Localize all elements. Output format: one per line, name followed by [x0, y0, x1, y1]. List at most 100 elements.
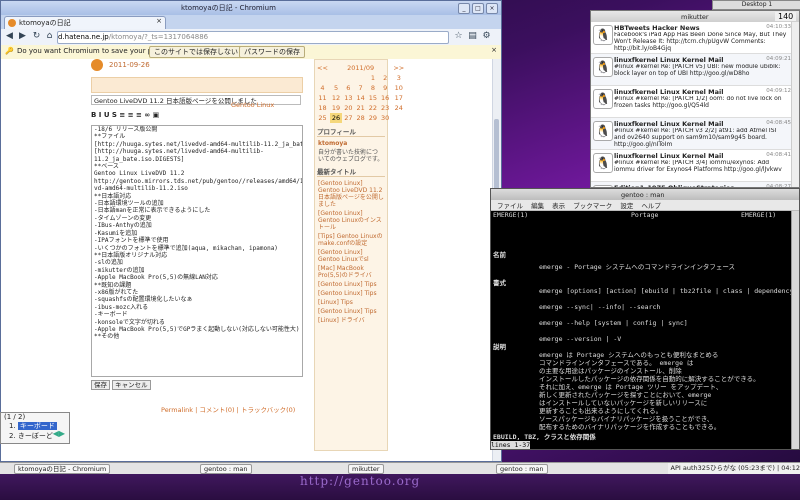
- calendar-day[interactable]: 7: [354, 83, 366, 93]
- task-terminal[interactable]: gentoo : man: [200, 464, 252, 474]
- tab-blog[interactable]: ktomoyaの日記 ×: [4, 16, 166, 29]
- save-password-button[interactable]: パスワードの保存: [239, 46, 305, 58]
- calendar-day[interactable]: 20: [342, 103, 354, 113]
- calendar-day[interactable]: 17: [391, 93, 406, 103]
- calendar-day[interactable]: 5: [330, 83, 342, 93]
- terminal-titlebar[interactable]: gentoo : man: [491, 189, 799, 200]
- recent-item[interactable]: [Linux] Tips: [318, 299, 384, 306]
- reload-icon[interactable]: ↻: [31, 31, 42, 42]
- menu-edit[interactable]: 編集: [531, 202, 544, 210]
- address-bar[interactable]: d.hatena.ne.jp/ktomoya/?_ts=1317064886: [57, 31, 449, 44]
- recent-item[interactable]: [Mac] MacBook Pro(5,5)のドライバ: [318, 265, 384, 279]
- calendar-day[interactable]: 22: [367, 103, 379, 113]
- forward-icon[interactable]: ▶: [17, 31, 28, 42]
- calendar-day[interactable]: 21: [354, 103, 366, 113]
- recent-item[interactable]: [Gentoo Linux] Tips: [318, 290, 384, 297]
- recent-item[interactable]: [Gentoo Linux] Gentoo Linuxでsl: [318, 249, 384, 263]
- recent-item[interactable]: [Gentoo Linux] Tips: [318, 308, 384, 315]
- calendar-day[interactable]: 26: [329, 113, 343, 123]
- calendar-day[interactable]: 18: [315, 103, 330, 113]
- avatar-icon[interactable]: 🐧: [593, 153, 613, 173]
- avatar-icon[interactable]: 🐧: [593, 25, 613, 45]
- tweet-item[interactable]: 🐧 linuxfkernel Linux Kernel Mail 04:08:45 #…: [591, 118, 793, 150]
- calendar-day[interactable]: 10: [391, 83, 406, 93]
- calendar-day[interactable]: 3: [391, 73, 406, 83]
- system-tray[interactable]: API auth325ひらがな (05:23まで) | 04:12: [667, 463, 800, 474]
- calendar-day[interactable]: [342, 73, 354, 83]
- calendar-day[interactable]: 14: [354, 93, 366, 103]
- calendar-day[interactable]: 15: [367, 93, 379, 103]
- tweet-user[interactable]: linuxfkernel Linux Kernel Mail: [614, 88, 723, 96]
- wrench-icon[interactable]: ⚙: [481, 31, 492, 42]
- menu-settings[interactable]: 設定: [620, 202, 633, 210]
- calendar-day[interactable]: 12: [330, 93, 342, 103]
- avatar-icon[interactable]: 🐧: [593, 57, 613, 77]
- calendar-day[interactable]: 13: [342, 93, 354, 103]
- tab-close-icon[interactable]: ×: [156, 17, 162, 25]
- tweet-item[interactable]: 🐧 linuxfkernel Linux Kernel Mail 04:09:21 #…: [591, 54, 793, 86]
- calendar-day[interactable]: 16: [379, 93, 391, 103]
- avatar-icon[interactable]: 🐧: [593, 121, 613, 141]
- calendar-day[interactable]: 19: [330, 103, 342, 113]
- never-save-button[interactable]: このサイトでは保存しない: [149, 46, 243, 58]
- infobar-close-icon[interactable]: ×: [491, 46, 497, 54]
- page-menu-icon[interactable]: ▤: [467, 31, 478, 42]
- calendar-day[interactable]: 24: [391, 103, 406, 113]
- tweet-user[interactable]: linuxfkernel Linux Kernel Mail: [614, 120, 723, 128]
- tweet-item[interactable]: 🐧 linuxfkernel Linux Kernel Mail 04:08:41 #…: [591, 150, 793, 182]
- format-buttons[interactable]: B I U S ≡ ≡ ≡ ∞ ▣: [91, 111, 301, 123]
- calendar-day[interactable]: 23: [379, 103, 391, 113]
- chromium-titlebar[interactable]: ktomoyaの日記 - Chromium _ □ ×: [1, 1, 501, 15]
- calendar-day[interactable]: [315, 73, 330, 83]
- tweet-user[interactable]: HBTweets Hacker News: [614, 24, 700, 32]
- calendar-day[interactable]: 6: [342, 83, 354, 93]
- tweet-user[interactable]: linuxfkernel Linux Kernel Mail: [614, 56, 723, 64]
- calendar-day[interactable]: 27: [342, 113, 354, 123]
- recent-item[interactable]: [Gentoo Linux] Tips: [318, 281, 384, 288]
- home-icon[interactable]: ⌂: [44, 31, 55, 42]
- menu-file[interactable]: ファイル: [497, 202, 523, 210]
- back-icon[interactable]: ◀: [4, 31, 15, 42]
- permalink-link[interactable]: Permalink: [161, 406, 193, 414]
- calendar-day[interactable]: 2: [379, 73, 391, 83]
- calendar-day[interactable]: 25: [315, 113, 330, 123]
- tweet-item[interactable]: 🐧 HBTweets Hacker News 04:10:33 Facebook's …: [591, 22, 793, 54]
- calendar-day[interactable]: [354, 73, 366, 83]
- trackback-link[interactable]: トラックバック(0): [241, 406, 295, 414]
- tweet-user[interactable]: linuxfkernel Linux Kernel Mail: [614, 152, 723, 160]
- calendar-day[interactable]: [391, 113, 406, 123]
- calendar-next[interactable]: >>: [391, 63, 406, 73]
- calendar-day[interactable]: 28: [354, 113, 366, 123]
- calendar-day[interactable]: 29: [367, 113, 379, 123]
- menu-bookmarks[interactable]: ブックマーク: [573, 202, 612, 210]
- minimize-icon[interactable]: _: [458, 3, 470, 14]
- task-terminal-2[interactable]: gentoo : man: [496, 464, 548, 474]
- menu-view[interactable]: 表示: [552, 202, 565, 210]
- comment-link[interactable]: コメント(0): [199, 406, 234, 414]
- maximize-icon[interactable]: □: [472, 3, 484, 14]
- avatar-icon[interactable]: 🐧: [593, 89, 613, 109]
- terminal-output[interactable]: EMERGE(1) Portage EMERGE(1) 名前 emerge - …: [491, 211, 797, 449]
- recent-item[interactable]: [Gentoo Linux] Gentoo Linuxのインストール: [318, 210, 384, 231]
- recent-item[interactable]: [Tips] Gentoo Linuxのmake.confの設定: [318, 233, 384, 247]
- timeline-scrollbar[interactable]: [791, 22, 799, 187]
- calendar-day[interactable]: 8: [367, 83, 379, 93]
- calendar-day[interactable]: 30: [379, 113, 391, 123]
- profile-name[interactable]: ktomoya: [318, 140, 384, 147]
- terminal-scrollbar[interactable]: [791, 211, 799, 449]
- close-icon[interactable]: ×: [486, 3, 498, 14]
- recent-item[interactable]: [Linux] ドライバ: [318, 317, 384, 324]
- task-chromium[interactable]: ktomoyaの日記 - Chromium: [14, 464, 111, 474]
- candidate-arrows-icon[interactable]: ◀▶: [53, 429, 65, 438]
- recent-item[interactable]: [Gentoo Linux] Gentoo LiveDVD 11.2 日本語版ペ…: [318, 180, 384, 208]
- mikutter-titlebar[interactable]: mikutter: [591, 11, 799, 22]
- entry-body-editor[interactable]: -18/6 リリース版公開 **ファイル [http://huuga.sytes.n…: [91, 125, 303, 377]
- calendar-day[interactable]: 4: [315, 83, 330, 93]
- cancel-button[interactable]: キャンセル: [112, 380, 151, 390]
- calendar-day[interactable]: 1: [367, 73, 379, 83]
- desktop-switcher[interactable]: Desktop 1: [712, 0, 800, 10]
- calendar-day[interactable]: [330, 73, 342, 83]
- category-label[interactable]: Gentoo Linux: [231, 101, 274, 109]
- calendar-day[interactable]: 9: [379, 83, 391, 93]
- calendar-day[interactable]: 11: [315, 93, 330, 103]
